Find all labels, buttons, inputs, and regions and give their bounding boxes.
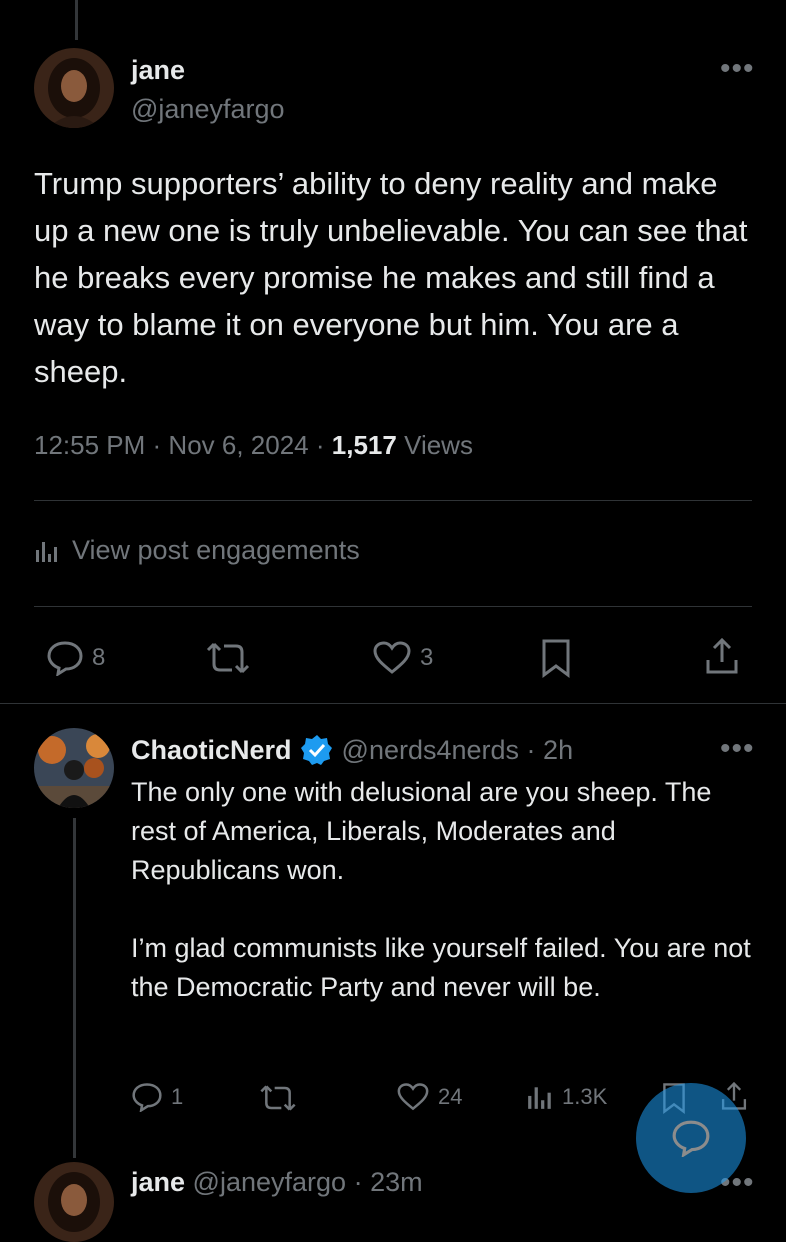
avatar-image [34, 728, 114, 808]
reply-icon [132, 1083, 162, 1112]
next-reply-time[interactable]: 23m [370, 1167, 423, 1197]
next-reply-author-handle[interactable]: @janeyfargo [193, 1167, 347, 1197]
reply-author-handle[interactable]: @nerds4nerds [342, 735, 520, 766]
next-reply-header: jane @janeyfargo · 23m [131, 1167, 423, 1198]
next-reply-author-name[interactable]: jane [131, 1167, 185, 1197]
bookmark-icon [542, 639, 570, 678]
meta-separator: · [315, 430, 332, 460]
author-handle[interactable]: @janeyfargo [131, 94, 285, 125]
share-button[interactable] [704, 636, 740, 676]
repost-icon [206, 642, 250, 674]
analytics-icon [36, 541, 57, 562]
thread-line-reply [73, 818, 76, 1158]
reply-repost-button[interactable] [258, 1083, 298, 1113]
reply-icon [47, 641, 83, 676]
heart-icon [373, 641, 411, 674]
post-meta: 12:55 PM · Nov 6, 2024 · 1,517 Views [34, 430, 473, 461]
engagements-label: View post engagements [72, 535, 360, 565]
post-time: 12:55 PM [34, 430, 146, 460]
like-button[interactable]: 3 [372, 640, 433, 676]
view-engagements-button[interactable]: View post engagements [34, 535, 360, 566]
reply-like-button[interactable]: 24 [396, 1082, 462, 1112]
meta-separator: · [353, 1167, 363, 1197]
reply-like-count: 24 [438, 1084, 463, 1109]
divider [34, 500, 752, 501]
thread-line-top [75, 0, 78, 40]
reply-views-button[interactable]: 1.3K [526, 1083, 607, 1111]
views-label: Views [404, 430, 473, 460]
repost-button[interactable] [204, 640, 252, 676]
reply-header: ChaoticNerd @nerds4nerds · 2h [131, 733, 573, 767]
reply-text: The only one with delusional are you she… [131, 777, 751, 1002]
verified-badge-icon[interactable] [300, 733, 334, 767]
meta-separator: · [152, 430, 169, 460]
more-options-icon[interactable]: ••• [720, 54, 755, 84]
reply-time[interactable]: 2h [543, 735, 573, 766]
avatar-chaoticnerd[interactable] [34, 728, 114, 808]
compose-reply-fab[interactable] [636, 1083, 746, 1193]
divider [0, 703, 786, 704]
post-text: Trump supporters’ ability to deny realit… [34, 166, 748, 389]
reply-views-count: 1.3K [562, 1084, 608, 1109]
avatar-image [34, 48, 114, 128]
reply-more-options-icon[interactable]: ••• [720, 734, 755, 764]
like-count: 3 [420, 644, 434, 671]
author-name[interactable]: jane [131, 55, 185, 86]
reply-icon [672, 1120, 710, 1157]
heart-icon [397, 1083, 429, 1111]
divider [34, 606, 752, 607]
analytics-icon [528, 1087, 551, 1109]
meta-separator: · [519, 734, 544, 765]
reply-count: 8 [92, 644, 106, 671]
reply-reply-button[interactable]: 1 [131, 1082, 183, 1112]
reply-reply-count: 1 [171, 1084, 184, 1109]
avatar-jane-small[interactable] [34, 1162, 114, 1242]
repost-icon [260, 1085, 296, 1111]
share-icon [706, 637, 738, 674]
avatar-image [34, 1162, 114, 1242]
reply-button[interactable]: 8 [46, 640, 105, 676]
views-count: 1,517 [331, 430, 397, 460]
bookmark-button[interactable] [541, 638, 571, 678]
avatar-jane[interactable] [34, 48, 114, 128]
reply-author-name[interactable]: ChaoticNerd [131, 735, 292, 766]
post-date: Nov 6, 2024 [168, 430, 309, 460]
